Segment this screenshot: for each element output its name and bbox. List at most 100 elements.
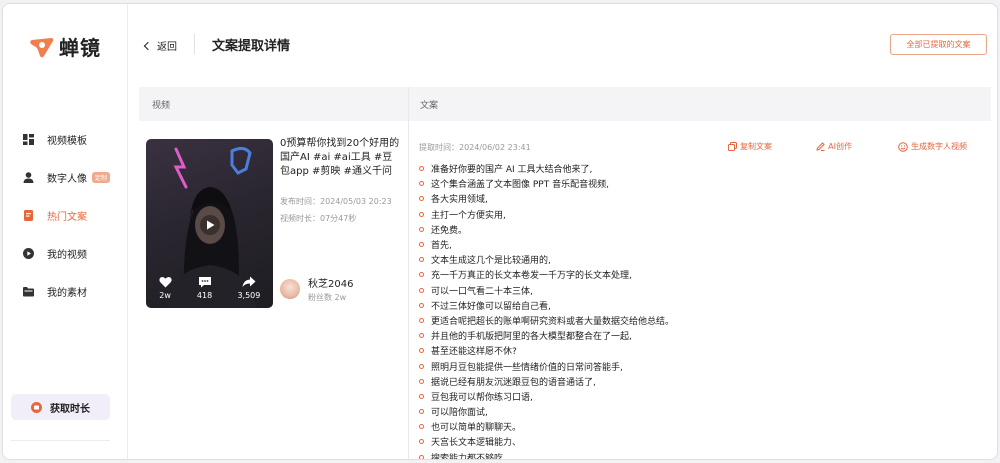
transcript-line: 不过三体好像可以留给自己看,: [419, 298, 674, 313]
sidebar-item-video-templates[interactable]: 视频模板: [3, 120, 127, 158]
play-circle-icon: [23, 247, 34, 259]
get-time-label: 获取时长: [50, 403, 90, 415]
transcript-line: 可以一口气看二十本三体,: [419, 283, 674, 298]
bullet-icon: [419, 317, 424, 323]
main-content: 返回 文案提取详情 全部已提取的文案 视频 文案 2w 418 3,509 0预…: [129, 4, 997, 459]
transcript-line: 搜索能力都不够吃,: [419, 450, 674, 460]
transcript-line-text: 更适合呢把超长的账单啊研究资料或者大量数据交给他总结。: [431, 316, 675, 327]
play-icon: [206, 220, 214, 230]
extract-time: 提取时间：2024/06/02 23:41: [419, 143, 531, 152]
sidebar-item-label: 我的视频: [47, 249, 87, 261]
video-thumbnail[interactable]: 2w 418 3,509: [146, 139, 273, 308]
bullet-icon: [419, 257, 424, 263]
transcript-line: 照明月豆包能提供一些情绪价值的日常问答能手,: [419, 358, 674, 373]
avatar[interactable]: [280, 279, 300, 299]
comments-count: 418: [196, 291, 213, 300]
likes-count: 2w: [159, 291, 171, 300]
app-logo[interactable]: 蝉镜: [29, 32, 101, 61]
transcript-line: 天宫长文本逻辑能力、: [419, 434, 674, 449]
transcript-line-text: 天宫长文本逻辑能力、: [431, 438, 522, 449]
transcript-line-text: 搜索能力都不够吃,: [431, 453, 506, 460]
app-name: 蝉镜: [59, 36, 101, 60]
table-row: 2w 418 3,509 0预算帮你找到20个好用的国产AI #ai #ai工具…: [139, 121, 991, 459]
transcript-line-text: 并且他的手机版把阿里的各大模型都整合在了一起,: [431, 332, 632, 343]
copy-text-button[interactable]: 复制文案: [728, 141, 772, 152]
transcript-line-text: 可以陪你面试,: [431, 408, 488, 419]
page-title: 文案提取详情: [212, 39, 291, 54]
bullet-icon: [419, 166, 424, 172]
bullet-icon: [419, 409, 424, 415]
bullet-icon: [419, 333, 424, 339]
generate-digital-human-button[interactable]: 生成数字人视频: [898, 141, 967, 152]
bullet-icon: [419, 348, 424, 354]
transcript-line-text: 甚至还能这样愿不休?: [431, 347, 517, 358]
ai-create-button[interactable]: AI创作: [816, 141, 852, 152]
bullet-icon: [419, 439, 424, 445]
bullet-icon: [419, 393, 424, 399]
bullet-icon: [419, 272, 424, 278]
transcript-line: 可以陪你面试,: [419, 404, 674, 419]
bullet-icon: [419, 196, 424, 202]
smile-icon: [898, 141, 908, 152]
heart-icon: [159, 276, 172, 288]
sidebar-item-my-videos[interactable]: 我的视频: [3, 234, 127, 272]
transcript-line: 并且他的手机版把阿里的各大模型都整合在了一起,: [419, 328, 674, 343]
clock-icon: [31, 401, 42, 413]
generate-digital-human-label: 生成数字人视频: [911, 142, 967, 151]
sidebar-item-label: 热门文案: [47, 211, 87, 223]
app-window: 蝉镜 视频模板 数字人像 定制 热门文案 我的视频 我的素材 获取时长 返回 文…: [2, 3, 998, 460]
grid-icon: [23, 133, 34, 145]
shares-count: 3,509: [237, 291, 261, 300]
transcript-line: 据说已经有朋友沉迷跟豆包的语音通话了,: [419, 374, 674, 389]
custom-badge: 定制: [92, 171, 111, 183]
transcript-line-text: 也可以简单的聊聊天。: [431, 423, 522, 434]
transcript-line-text: 据说已经有朋友沉迷跟豆包的语音通话了,: [431, 377, 596, 388]
transcript-line: 还免费。: [419, 222, 674, 237]
comments-stat[interactable]: 418: [197, 276, 212, 300]
transcript-line-text: 各大实用领域,: [431, 195, 488, 206]
transcript-line-text: 豆包我可以帮你练习口语,: [431, 392, 533, 403]
transcript-line: 主打一个方便实用,: [419, 207, 674, 222]
comment-icon: [198, 277, 211, 288]
share-icon: [242, 276, 256, 287]
transcript-line-text: 照明月豆包能提供一些情绪价值的日常问答能手,: [431, 362, 623, 373]
bullet-icon: [419, 242, 424, 248]
transcript-line: 充一千万真正的长文本卷发一千万字的长文本处理,: [419, 267, 674, 282]
bullet-icon: [419, 287, 424, 293]
sidebar-item-my-materials[interactable]: 我的素材: [3, 272, 127, 310]
table-header: 视频 文案: [139, 87, 991, 121]
sidebar-item-digital-human[interactable]: 数字人像 定制: [3, 158, 127, 196]
transcript-lines: 准备好你要的国产 AI 工具大结合他来了, 这个集合涵盖了文本图像 PPT 音乐配…: [419, 161, 675, 460]
header-divider: [194, 34, 195, 54]
transcript-line: 豆包我可以帮你练习口语,: [419, 389, 674, 404]
publish-time: 发布时间：2024/05/03 20:23: [280, 197, 392, 206]
pen-icon: [816, 142, 825, 151]
column-header-text: 文案: [420, 100, 439, 111]
transcript-line: 文本生成这几个是比较通用的,: [419, 252, 674, 267]
shares-stat[interactable]: 3,509: [237, 276, 260, 300]
back-label: 返回: [157, 42, 177, 53]
copy-icon: [728, 142, 737, 151]
bullet-icon: [419, 302, 424, 308]
back-button[interactable]: 返回: [143, 38, 177, 53]
bullet-icon: [419, 424, 424, 430]
document-icon: [23, 209, 34, 221]
transcript-line-text: 主打一个方便实用,: [431, 210, 506, 221]
author-info[interactable]: 秋芝2046 粉丝数 2w: [280, 275, 353, 303]
likes-stat[interactable]: 2w: [159, 276, 172, 300]
play-button[interactable]: [200, 215, 220, 235]
transcript-line: 各大实用领域,: [419, 191, 674, 206]
bullet-icon: [419, 363, 424, 369]
bullet-icon: [419, 226, 424, 232]
bullet-icon: [419, 378, 424, 384]
ai-create-label: AI创作: [828, 142, 852, 151]
transcript-line: 准备好你要的国产 AI 工具大结合他来了,: [419, 161, 674, 176]
all-extracted-button[interactable]: 全部已提取的文案: [890, 34, 987, 55]
transcript-line-text: 还免费。: [431, 225, 468, 236]
get-time-button[interactable]: 获取时长: [11, 394, 110, 420]
sidebar-item-hot-copy[interactable]: 热门文案: [3, 196, 127, 234]
sidebar-item-label: 视频模板: [47, 135, 87, 147]
sidebar-divider: [11, 440, 110, 441]
video-title[interactable]: 0预算帮你找到20个好用的国产AI #ai #ai工具 #豆包app #剪映 #…: [280, 137, 402, 179]
author-name[interactable]: 秋芝2046: [308, 275, 353, 290]
